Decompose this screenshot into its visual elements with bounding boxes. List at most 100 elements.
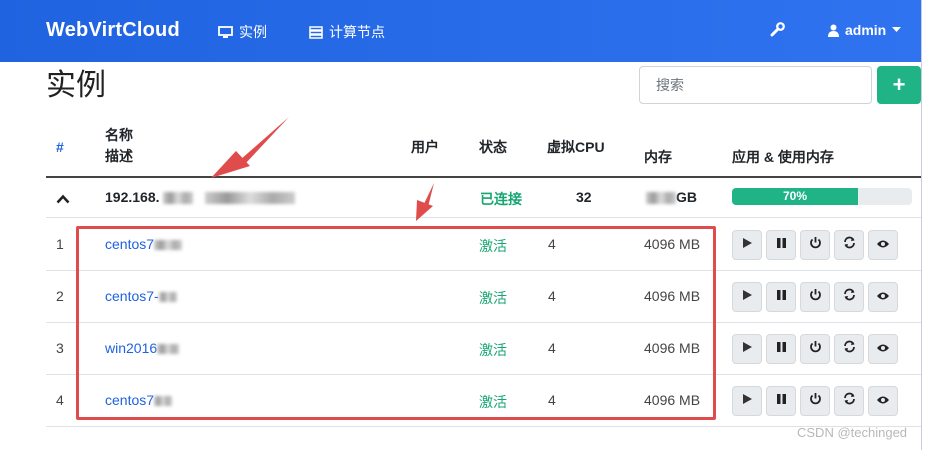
- redacted-name: [157, 344, 180, 355]
- refresh-button[interactable]: [834, 334, 864, 364]
- instance-actions: [732, 334, 898, 364]
- instance-name[interactable]: win2016: [105, 340, 157, 356]
- instance-cpu: 4: [548, 340, 556, 356]
- user-menu[interactable]: admin: [828, 22, 902, 38]
- instance-actions: [732, 282, 898, 312]
- eye-icon: [876, 340, 890, 358]
- instance-name-link[interactable]: centos7: [105, 236, 183, 252]
- row-number: 4: [56, 392, 64, 408]
- instance-name-link[interactable]: win2016: [105, 340, 180, 356]
- caret-down-icon: [892, 27, 902, 33]
- eye-button[interactable]: [868, 334, 898, 364]
- instance-memory: 4096 MB: [644, 288, 701, 304]
- eye-button[interactable]: [868, 230, 898, 260]
- instance-actions: [732, 386, 898, 416]
- arrow-head-1: [211, 151, 250, 178]
- nav-compute-nodes-label: 计算节点: [329, 24, 385, 40]
- refresh-button[interactable]: [834, 386, 864, 416]
- host-ip: 192.168.: [105, 189, 160, 205]
- power-icon: [809, 340, 822, 358]
- power-icon: [809, 392, 822, 410]
- memory-usage-fill: 70%: [732, 188, 858, 205]
- eye-button[interactable]: [868, 282, 898, 312]
- instance-name[interactable]: centos7-: [105, 288, 159, 304]
- eye-icon: [876, 236, 890, 254]
- refresh-icon: [843, 340, 856, 358]
- instance-name-link[interactable]: centos7-: [105, 288, 177, 304]
- refresh-icon: [843, 236, 856, 254]
- refresh-icon: [843, 288, 856, 306]
- power-button[interactable]: [800, 230, 830, 260]
- pause-icon: [776, 288, 787, 306]
- pause-icon: [776, 340, 787, 358]
- table-row[interactable]: 1 centos7 激活 4 4096 MB: [46, 219, 921, 271]
- power-button[interactable]: [800, 386, 830, 416]
- user-menu-label: admin: [845, 22, 887, 38]
- search-input[interactable]: [639, 66, 872, 104]
- header-num[interactable]: #: [56, 137, 64, 157]
- row-number: 2: [56, 288, 64, 304]
- power-button[interactable]: [800, 334, 830, 364]
- host-row[interactable]: 192.168. 已连接 32 GB 70%: [46, 178, 921, 218]
- table-row[interactable]: 4 centos7 激活 4 4096 MB: [46, 375, 921, 427]
- instance-name-link[interactable]: centos7: [105, 392, 173, 408]
- nav-compute-nodes[interactable]: 计算节点: [309, 22, 385, 42]
- refresh-button[interactable]: [834, 282, 864, 312]
- redacted-name: [154, 396, 173, 407]
- table-row[interactable]: 2 centos7- 激活 4 4096 MB: [46, 271, 921, 323]
- redacted-name: [154, 240, 183, 251]
- header-description[interactable]: 描述: [105, 146, 133, 166]
- instance-cpu: 4: [548, 236, 556, 252]
- instance-memory: 4096 MB: [644, 340, 701, 356]
- memory-usage-bar: 70%: [732, 188, 912, 205]
- play-button[interactable]: [732, 386, 762, 416]
- pause-icon: [776, 392, 787, 410]
- add-instance-button[interactable]: +: [877, 66, 921, 104]
- watermark: CSDN @techinged: [797, 425, 908, 440]
- instance-memory: 4096 MB: [644, 392, 701, 408]
- host-status: 已连接: [480, 191, 522, 207]
- table-row[interactable]: 3 win2016 激活 4 4096 MB: [46, 323, 921, 375]
- play-button[interactable]: [732, 282, 762, 312]
- arrow-shaft-1: [240, 117, 289, 164]
- chevron-up-icon[interactable]: [56, 191, 70, 209]
- refresh-button[interactable]: [834, 230, 864, 260]
- header-memory[interactable]: 内存: [644, 147, 672, 167]
- power-button[interactable]: [800, 282, 830, 312]
- page-title: 实例: [46, 68, 106, 103]
- instance-memory: 4096 MB: [644, 236, 701, 252]
- brand-logo[interactable]: WebVirtCloud: [46, 19, 180, 42]
- host-memory-unit: GB: [676, 189, 697, 205]
- settings-link[interactable]: [770, 22, 785, 37]
- instance-status: 激活: [479, 394, 507, 410]
- instance-status: 激活: [479, 238, 507, 254]
- row-number: 1: [56, 236, 64, 252]
- pause-button[interactable]: [766, 282, 796, 312]
- nav-instances[interactable]: 实例: [218, 22, 267, 42]
- pause-button[interactable]: [766, 230, 796, 260]
- instance-name[interactable]: centos7: [105, 236, 154, 252]
- instance-status: 激活: [479, 290, 507, 306]
- instance-name[interactable]: centos7: [105, 392, 154, 408]
- redacted-name: [158, 292, 177, 303]
- header-vcpu[interactable]: 虚拟CPU: [547, 137, 605, 157]
- power-icon: [809, 236, 822, 254]
- instance-actions: [732, 230, 898, 260]
- play-icon: [742, 236, 753, 254]
- header-status[interactable]: 状态: [479, 137, 507, 157]
- host-name: 192.168.: [105, 189, 296, 205]
- play-button[interactable]: [732, 334, 762, 364]
- play-button[interactable]: [732, 230, 762, 260]
- header-apps: 应用 & 使用内存: [732, 149, 834, 165]
- redacted-ip: [163, 192, 194, 205]
- pause-icon: [776, 236, 787, 254]
- header-user[interactable]: 用户: [411, 137, 439, 157]
- top-navbar: WebVirtCloud 实例 计算节点 admin: [0, 0, 921, 62]
- window-edge: [921, 0, 931, 450]
- header-name[interactable]: 名称: [105, 125, 133, 145]
- play-icon: [742, 392, 753, 410]
- pause-button[interactable]: [766, 386, 796, 416]
- pause-button[interactable]: [766, 334, 796, 364]
- host-cpu: 32: [576, 189, 592, 205]
- eye-button[interactable]: [868, 386, 898, 416]
